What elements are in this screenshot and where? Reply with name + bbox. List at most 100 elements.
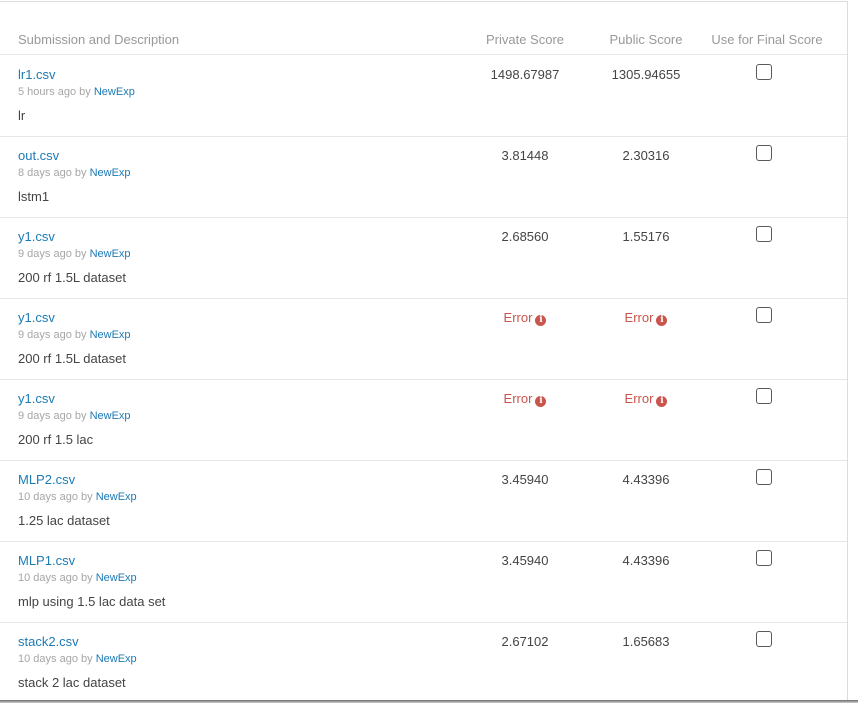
table-row: stack2.csv 10 days ago by NewExp stack 2 l… [0,622,847,703]
submission-file-link[interactable]: lr1.csv [18,67,56,82]
submission-file-link[interactable]: stack2.csv [18,634,79,649]
private-score: 3.45940 [464,553,586,568]
submitter-link[interactable]: NewExp [90,167,131,179]
public-score: 2.30316 [585,148,707,163]
private-score: 3.45940 [464,472,586,487]
table-row: lr1.csv 5 hours ago by NewExp lr 1498.67987… [0,55,847,137]
info-circle-icon[interactable]: i [535,315,547,326]
submission-file-link[interactable]: out.csv [18,148,59,163]
submission-meta: 8 days ago by NewExp [18,167,131,179]
private-score-value: Error [503,310,533,325]
private-score-value: 2.68560 [501,229,549,244]
use-for-final-checkbox[interactable] [756,145,772,161]
header-final-score: Use for Final Score [711,32,823,47]
public-score-value: 2.30316 [622,148,670,163]
table-row: out.csv 8 days ago by NewExp lstm1 3.81448 2… [0,136,847,218]
public-score-value: Error [624,391,654,406]
private-score: 3.81448 [464,148,586,163]
private-score-value: 1498.67987 [490,67,560,82]
submission-time: 10 days ago [18,653,78,665]
header-private-score: Private Score [485,32,565,47]
private-score-value: 3.45940 [501,553,549,568]
submission-file-link[interactable]: MLP2.csv [18,472,75,487]
submission-file-link[interactable]: y1.csv [18,391,55,406]
private-score-value: 2.67102 [501,634,549,649]
header-public-score: Public Score [609,32,683,47]
submission-time: 9 days ago [18,329,72,341]
public-score-value: Error [624,310,654,325]
table-row: y1.csv 9 days ago by NewExp 200 rf 1.5L da… [0,217,847,299]
public-score-value: 4.43396 [622,472,670,487]
table-row: y1.csv 9 days ago by NewExp 200 rf 1.5L da… [0,298,847,380]
submitter-link[interactable]: NewExp [90,248,131,260]
submission-by: by [74,410,87,422]
info-circle-icon[interactable]: i [535,396,547,407]
submission-description: lstm1 [18,189,50,204]
submission-by: by [81,572,93,584]
use-for-final-checkbox[interactable] [756,307,772,323]
submitter-link[interactable]: NewExp [96,653,137,665]
submission-meta: 10 days ago by NewExp [18,491,137,503]
info-circle-icon[interactable]: i [656,396,668,407]
public-score: 4.43396 [585,553,707,568]
private-score-value: Error [503,391,533,406]
public-score-value: 1305.94655 [611,67,681,82]
public-score-value: 1.55176 [622,229,670,244]
submission-meta: 9 days ago by NewExp [18,410,131,422]
public-score: 1305.94655 [585,67,707,82]
submission-by: by [81,653,93,665]
use-for-final-checkbox[interactable] [756,550,772,566]
submission-meta: 10 days ago by NewExp [18,572,137,584]
submission-by: by [79,86,91,98]
use-for-final-checkbox[interactable] [756,64,772,80]
private-score: 2.68560 [464,229,586,244]
private-score: Error i [464,391,586,407]
submitter-link[interactable]: NewExp [90,329,131,341]
submission-time: 9 days ago [18,248,72,260]
submission-meta: 9 days ago by NewExp [18,248,131,260]
header-description: Submission and Description [18,32,180,47]
submission-meta: 9 days ago by NewExp [18,329,131,341]
table-row: y1.csv 9 days ago by NewExp 200 rf 1.5 lac… [0,379,847,461]
submission-by: by [81,491,93,503]
public-score-value: 4.43396 [622,553,670,568]
submission-file-link[interactable]: y1.csv [18,310,55,325]
table-header: Submission and Description Private Score… [0,2,847,55]
table-row: MLP1.csv 10 days ago by NewExp mlp using 1… [0,541,847,623]
submitter-link[interactable]: NewExp [94,86,135,98]
private-score: 1498.67987 [464,67,586,82]
submission-time: 10 days ago [18,572,78,584]
submission-description: 200 rf 1.5L dataset [18,270,126,285]
submissions-panel: Submission and Description Private Score… [0,1,848,701]
submission-time: 8 days ago [18,167,72,179]
private-score-value: 3.81448 [501,148,549,163]
public-score: Error i [585,391,707,407]
use-for-final-checkbox[interactable] [756,631,772,647]
use-for-final-checkbox[interactable] [756,469,772,485]
submission-time: 10 days ago [18,491,78,503]
submission-description: 200 rf 1.5 lac [18,432,94,447]
submission-by: by [74,167,87,179]
submission-description: 1.25 lac dataset [18,513,110,528]
public-score: 4.43396 [585,472,707,487]
private-score-value: 3.45940 [501,472,549,487]
submission-file-link[interactable]: y1.csv [18,229,55,244]
use-for-final-checkbox[interactable] [756,388,772,404]
public-score: Error i [585,310,707,326]
submission-description: stack 2 lac dataset [18,675,126,690]
submission-meta: 5 hours ago by NewExp [18,86,135,98]
submission-description: 200 rf 1.5L dataset [18,351,126,366]
public-score: 1.65683 [585,634,707,649]
submission-file-link[interactable]: MLP1.csv [18,553,75,568]
submission-time: 9 days ago [18,410,72,422]
public-score-value: 1.65683 [622,634,670,649]
private-score: Error i [464,310,586,326]
info-circle-icon[interactable]: i [656,315,668,326]
submitter-link[interactable]: NewExp [96,572,137,584]
use-for-final-checkbox[interactable] [756,226,772,242]
submission-description: mlp using 1.5 lac data set [18,594,166,609]
submission-time: 5 hours ago [18,86,77,98]
submission-description: lr [18,108,26,123]
submitter-link[interactable]: NewExp [96,491,137,503]
submitter-link[interactable]: NewExp [90,410,131,422]
